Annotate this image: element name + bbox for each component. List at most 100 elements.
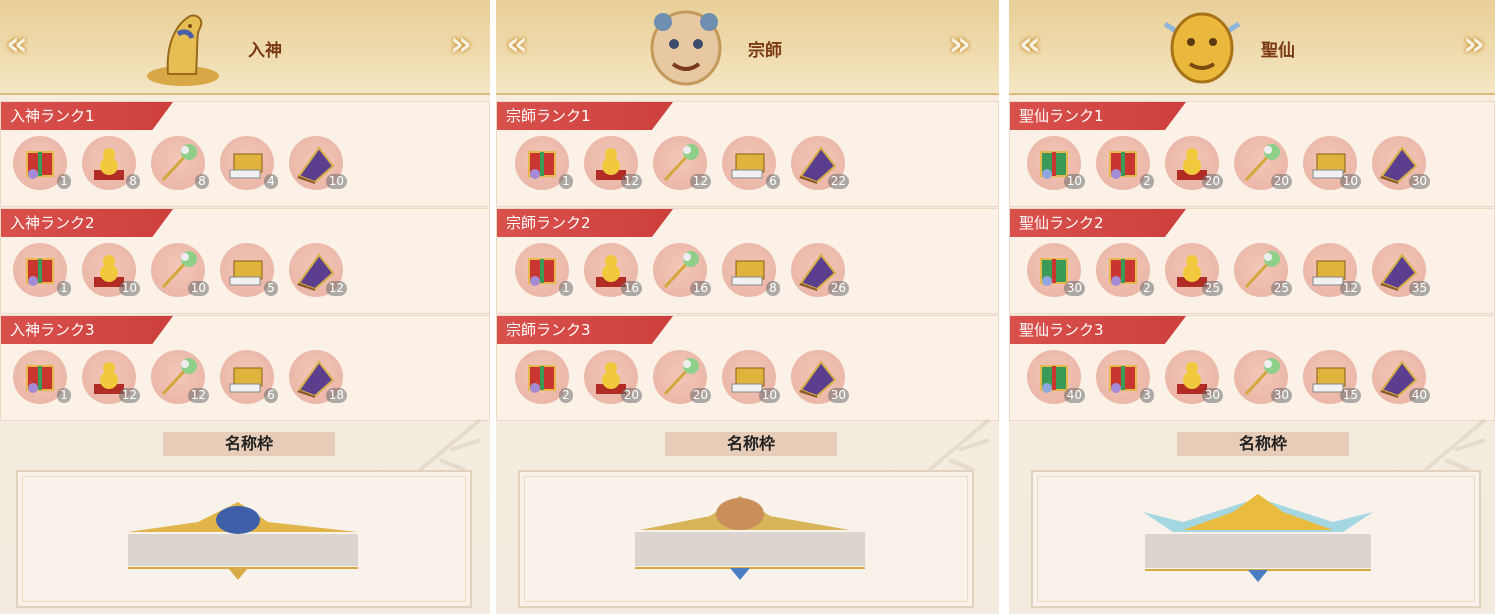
green-gift-box-icon[interactable]: 10: [1027, 136, 1085, 190]
item-quantity: 30: [827, 388, 849, 403]
gold-gourd-icon[interactable]: 25: [1165, 243, 1223, 297]
purple-book-icon[interactable]: 30: [1372, 136, 1430, 190]
gold-chest-icon[interactable]: 12: [1303, 243, 1361, 297]
gold-gourd-icon[interactable]: 20: [584, 350, 642, 404]
gold-gourd-icon[interactable]: 10: [82, 243, 140, 297]
item-quantity: 30: [1201, 388, 1223, 403]
jade-scepter-icon[interactable]: 30: [1234, 350, 1292, 404]
gift-box-icon[interactable]: 2: [515, 350, 573, 404]
item-quantity: 25: [1270, 281, 1292, 296]
purple-book-icon[interactable]: 30: [791, 350, 849, 404]
rank-row-1: 聖仙ランク1 10 2 20 20 10 30: [1009, 101, 1495, 207]
purple-book-icon[interactable]: 22: [791, 136, 849, 190]
purple-book-icon[interactable]: 12: [289, 243, 347, 297]
purple-book-icon[interactable]: 10: [289, 136, 347, 190]
frame-label: 名称枠: [163, 432, 335, 456]
item-quantity: 2: [559, 388, 573, 403]
prev-arrow-icon[interactable]: «: [1015, 27, 1045, 61]
name-frame-preview: [16, 470, 472, 608]
panel-header: « 聖仙 »: [1009, 0, 1495, 95]
item-quantity: 12: [325, 281, 347, 296]
tiger-face-emblem: [650, 10, 722, 86]
next-arrow-icon[interactable]: »: [446, 27, 476, 61]
rank-tab: 宗師ランク2: [497, 209, 673, 237]
jade-scepter-icon[interactable]: 25: [1234, 243, 1292, 297]
jade-scepter-icon[interactable]: 8: [151, 136, 209, 190]
gold-gourd-icon[interactable]: 12: [584, 136, 642, 190]
purple-book-icon[interactable]: 18: [289, 350, 347, 404]
gold-chest-icon[interactable]: 10: [722, 350, 780, 404]
item-quantity: 6: [264, 388, 278, 403]
purple-book-icon[interactable]: 35: [1372, 243, 1430, 297]
item-quantity: 1: [57, 174, 71, 189]
golden-tiger-emblem: [1163, 12, 1241, 84]
tier-title: 聖仙: [1261, 41, 1295, 61]
gift-box-icon[interactable]: 1: [13, 243, 71, 297]
gold-chest-icon[interactable]: 4: [220, 136, 278, 190]
item-quantity: 20: [689, 388, 711, 403]
item-quantity: 18: [325, 388, 347, 403]
green-gift-box-icon[interactable]: 40: [1027, 350, 1085, 404]
item-quantity: 16: [689, 281, 711, 296]
gold-chest-icon[interactable]: 5: [220, 243, 278, 297]
prev-arrow-icon[interactable]: «: [2, 27, 32, 61]
item-quantity: 1: [57, 281, 71, 296]
gift-box-icon[interactable]: 1: [13, 350, 71, 404]
item-quantity: 10: [118, 281, 140, 296]
rank-tab: 宗師ランク1: [497, 102, 673, 130]
green-gift-box-icon[interactable]: 30: [1027, 243, 1085, 297]
jade-scepter-icon[interactable]: 12: [151, 350, 209, 404]
gift-box-icon[interactable]: 1: [13, 136, 71, 190]
gift-box-icon[interactable]: 3: [1096, 350, 1154, 404]
gold-chest-icon[interactable]: 8: [722, 243, 780, 297]
item-quantity: 15: [1339, 388, 1361, 403]
tier-panel-0: « 入神 » 入神ランク1 1 8 8 4 10 入神ランク2 1 10 10 …: [0, 0, 490, 614]
tier-panel-1: « 宗師 » 宗師ランク1 1 12 12 6 22 宗師ランク2 1 16 1…: [496, 0, 999, 614]
gold-gourd-icon[interactable]: 12: [82, 350, 140, 404]
jade-scepter-icon[interactable]: 10: [151, 243, 209, 297]
item-quantity: 35: [1408, 281, 1430, 296]
gold-chest-icon[interactable]: 6: [220, 350, 278, 404]
purple-book-icon[interactable]: 40: [1372, 350, 1430, 404]
prev-arrow-icon[interactable]: «: [502, 27, 532, 61]
item-quantity: 12: [187, 388, 209, 403]
gift-box-icon[interactable]: 2: [1096, 136, 1154, 190]
item-quantity: 30: [1408, 174, 1430, 189]
rank-tab: 入神ランク1: [1, 102, 173, 130]
rank-tab: 入神ランク3: [1, 316, 173, 344]
rank-tab: 入神ランク2: [1, 209, 173, 237]
gift-box-icon[interactable]: 1: [515, 136, 573, 190]
panel-header: « 入神 »: [0, 0, 490, 95]
purple-book-icon[interactable]: 26: [791, 243, 849, 297]
next-arrow-icon[interactable]: »: [1459, 27, 1489, 61]
item-quantity: 8: [766, 281, 780, 296]
tier-panel-2: « 聖仙 » 聖仙ランク1 10 2 20 20 10 30 聖仙ランク2 30…: [1009, 0, 1495, 614]
rank-row-2: 入神ランク2 1 10 10 5 12: [0, 208, 490, 314]
rank-tab: 聖仙ランク1: [1010, 102, 1186, 130]
gold-gourd-icon[interactable]: 20: [1165, 136, 1223, 190]
gold-chest-icon[interactable]: 15: [1303, 350, 1361, 404]
gold-gourd-icon[interactable]: 16: [584, 243, 642, 297]
item-quantity: 12: [1339, 281, 1361, 296]
rank-row-1: 入神ランク1 1 8 8 4 10: [0, 101, 490, 207]
gold-chest-icon[interactable]: 6: [722, 136, 780, 190]
next-arrow-icon[interactable]: »: [945, 27, 975, 61]
gold-chest-icon[interactable]: 10: [1303, 136, 1361, 190]
item-quantity: 10: [325, 174, 347, 189]
jade-scepter-icon[interactable]: 20: [1234, 136, 1292, 190]
jade-scepter-icon[interactable]: 16: [653, 243, 711, 297]
item-quantity: 2: [1140, 174, 1154, 189]
tiger-name-frame-icon: [635, 496, 865, 580]
gold-gourd-icon[interactable]: 30: [1165, 350, 1223, 404]
frame-label: 名称枠: [1177, 432, 1349, 456]
item-quantity: 25: [1201, 281, 1223, 296]
gold-gourd-icon[interactable]: 8: [82, 136, 140, 190]
jade-scepter-icon[interactable]: 20: [653, 350, 711, 404]
gift-box-icon[interactable]: 1: [515, 243, 573, 297]
tier-title: 入神: [248, 41, 282, 61]
jade-scepter-icon[interactable]: 12: [653, 136, 711, 190]
item-quantity: 1: [559, 174, 573, 189]
gift-box-icon[interactable]: 2: [1096, 243, 1154, 297]
item-quantity: 10: [758, 388, 780, 403]
item-quantity: 10: [1339, 174, 1361, 189]
